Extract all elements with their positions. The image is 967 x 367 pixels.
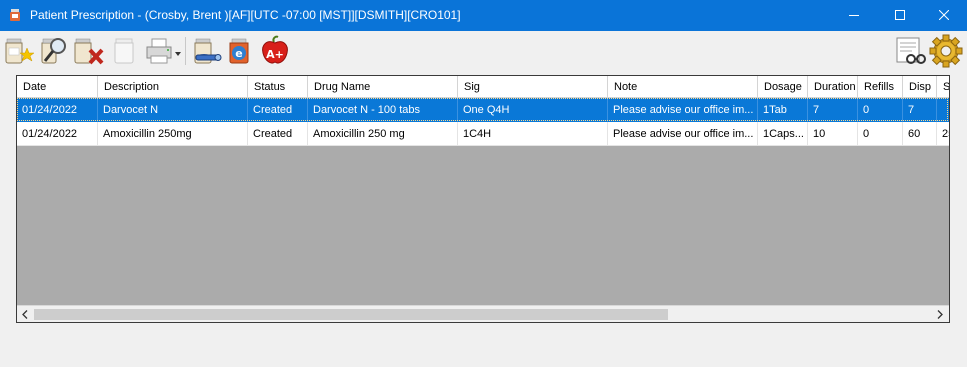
formulary-button[interactable]: A+ (258, 34, 292, 68)
cell-refills: 0 (858, 98, 903, 122)
toolbar: e A+ (0, 31, 967, 71)
column-header-refills[interactable]: Refills (858, 76, 903, 98)
reference-icon (896, 37, 926, 64)
table-row[interactable]: 01/24/2022 Amoxicillin 250mg Created Amo… (17, 122, 949, 146)
refill-icon (114, 38, 134, 64)
cell-s: 25 (937, 122, 949, 146)
cell-date: 01/24/2022 (17, 98, 98, 122)
cell-sig: One Q4H (458, 98, 608, 122)
reference-button[interactable] (894, 34, 928, 68)
formulary-icon: A+ (262, 35, 288, 64)
minimize-icon (849, 15, 859, 16)
new-prescription-icon (5, 38, 35, 64)
toolbar-separator (185, 37, 186, 65)
prescription-grid[interactable]: Date Description Status Drug Name Sig No… (16, 75, 950, 323)
cell-drug-name: Darvocet N - 100 tabs (308, 98, 458, 122)
cell-dosage: 1Tab (758, 98, 808, 122)
cell-disp: 7 (903, 98, 937, 122)
column-header-dosage[interactable]: Dosage (758, 76, 808, 98)
window-title: Patient Prescription - (Crosby, Brent )[… (30, 8, 461, 22)
maximize-button[interactable] (877, 0, 923, 31)
column-header-disp[interactable]: Disp (903, 76, 937, 98)
cell-note: Please advise our office im... (608, 122, 758, 146)
eprescribe-button[interactable]: e (224, 34, 258, 68)
column-header-sig[interactable]: Sig (458, 76, 608, 98)
cell-s (937, 98, 949, 122)
scroll-left-button[interactable] (17, 306, 34, 322)
maximize-icon (895, 10, 905, 20)
grid-header: Date Description Status Drug Name Sig No… (17, 76, 949, 98)
cell-date: 01/24/2022 (17, 122, 98, 146)
refill-button[interactable] (107, 34, 141, 68)
column-header-description[interactable]: Description (98, 76, 248, 98)
column-header-note[interactable]: Note (608, 76, 758, 98)
title-bar: Patient Prescription - (Crosby, Brent )[… (0, 0, 967, 31)
cell-sig: 1C4H (458, 122, 608, 146)
scrollbar-thumb[interactable] (34, 309, 668, 320)
column-header-duration[interactable]: Duration (808, 76, 858, 98)
settings-button[interactable] (929, 34, 963, 68)
svg-text:A+: A+ (266, 48, 284, 61)
cell-dosage: 1Caps... (758, 122, 808, 146)
scroll-right-button[interactable] (932, 306, 949, 322)
cell-duration: 7 (808, 98, 858, 122)
column-header-drug-name[interactable]: Drug Name (308, 76, 458, 98)
view-history-button[interactable] (190, 34, 224, 68)
horizontal-scrollbar[interactable] (17, 305, 949, 322)
delete-prescription-icon (74, 38, 104, 65)
print-icon (146, 38, 181, 64)
close-button[interactable] (921, 0, 967, 31)
eprescribe-icon: e (229, 38, 249, 64)
close-icon (939, 10, 949, 20)
cell-refills: 0 (858, 122, 903, 146)
prescription-bottle-icon (8, 8, 22, 22)
cell-disp: 60 (903, 122, 937, 146)
delete-prescription-button[interactable] (71, 34, 105, 68)
column-header-date[interactable]: Date (17, 76, 98, 98)
cell-description: Amoxicillin 250mg (98, 122, 248, 146)
settings-icon (929, 34, 963, 68)
view-history-icon (194, 38, 222, 64)
cell-status: Created (248, 122, 308, 146)
column-header-status[interactable]: Status (248, 76, 308, 98)
chevron-right-icon (937, 310, 943, 319)
cell-description: Darvocet N (98, 98, 248, 122)
cell-drug-name: Amoxicillin 250 mg (308, 122, 458, 146)
svg-text:e: e (235, 47, 242, 60)
search-prescription-button[interactable] (37, 34, 71, 68)
cell-note: Please advise our office im... (608, 98, 758, 122)
new-prescription-button[interactable] (3, 34, 37, 68)
search-prescription-icon (41, 38, 66, 64)
table-row-selected[interactable]: 01/24/2022 Darvocet N Created Darvocet N… (17, 98, 949, 122)
column-header-s[interactable]: S (937, 76, 949, 98)
cell-duration: 10 (808, 122, 858, 146)
cell-status: Created (248, 98, 308, 122)
minimize-button[interactable] (831, 0, 877, 31)
chevron-left-icon (22, 310, 28, 319)
print-button[interactable] (143, 34, 181, 68)
